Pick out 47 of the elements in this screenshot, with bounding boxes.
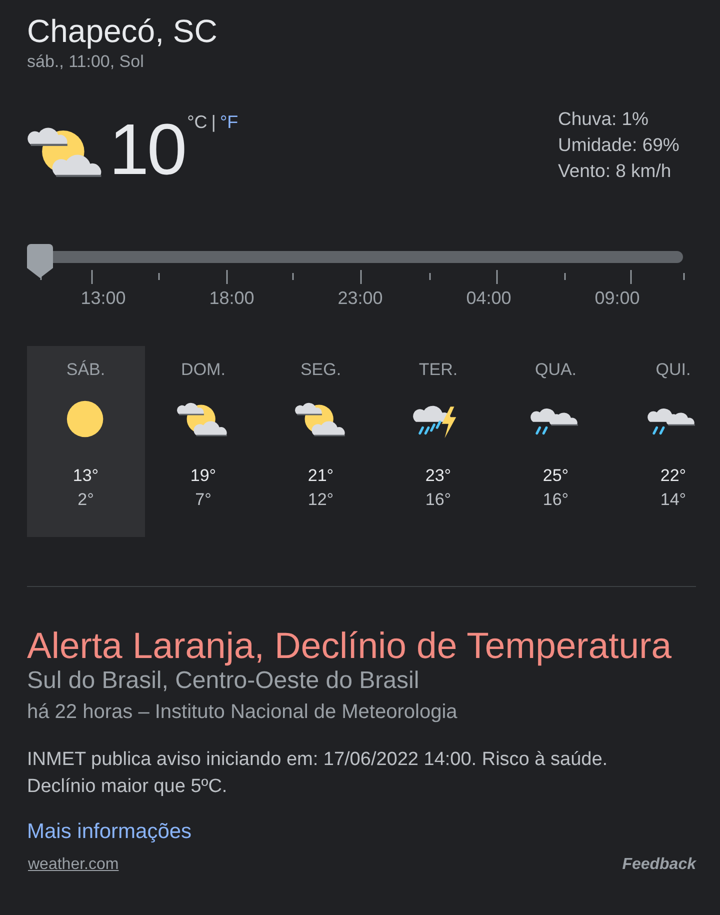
hour-label: 04:00 [465,288,512,309]
forecast-day[interactable]: DOM. 19° 7° [144,346,262,537]
alert-regions: Sul do Brasil, Centro-Oeste do Brasil [27,667,420,695]
hour-label: 23:00 [336,288,384,309]
slider-handle[interactable] [27,244,53,278]
high-temperature: 25° [542,466,569,486]
alert-description: INMET publica aviso iniciando em: 17/06/2022 14:00. Risco à saúde. Declínio maior que 5ºC. [27,748,609,799]
day-name: TER. [418,360,458,380]
high-temperature: 13° [72,466,99,486]
day-name: SÁB. [66,360,106,380]
forecast-day[interactable]: TER. 23° 16° [380,346,497,537]
high-temperature: 19° [190,466,216,486]
high-temperature: 22° [660,466,686,486]
forecast-day[interactable]: SÁB. 13° 2° [27,346,144,537]
day-name: QUI. [656,360,691,380]
hour-label: 13:00 [80,288,127,309]
more-info-link[interactable]: Mais informações [27,820,192,844]
location-title: Chapecó, SC [27,14,218,48]
day-name: QUA. [534,360,577,380]
alert-title: Alerta Laranja, Declínio de Temperatura [27,625,673,667]
high-temperature: 23° [425,466,452,486]
weather-detail: Vento: 8 km/h [558,160,672,182]
forecast-day[interactable]: QUI. 22° 14° [614,346,696,537]
unit-separator: | [211,112,216,133]
unit-label: °C [187,112,208,133]
forecast-day[interactable]: SEG. 21° 12° [262,346,380,537]
forecast-day[interactable]: QUA. 25° 16° [497,346,614,537]
current-conditions-text: sáb., 11:00, Sol [27,52,145,72]
unit-link[interactable]: °F [220,112,238,133]
hour-label: 18:00 [208,288,256,309]
feedback-link[interactable]: Feedback [622,856,696,874]
low-temperature: 7° [195,490,212,510]
low-temperature: 12° [308,490,334,510]
hour-label: 09:00 [594,288,641,309]
source-link[interactable]: weather.com [28,856,119,874]
day-name: DOM. [181,360,226,380]
alert-source: há 22 horas – Instituto Nacional de Meteorologia [27,701,458,724]
high-temperature: 21° [308,466,334,486]
low-temperature: 2° [78,490,94,510]
low-temperature: 16° [542,490,569,510]
weather-detail: Umidade: 69% [558,134,680,156]
temperature: 10 [109,110,186,190]
low-temperature: 14° [660,490,686,510]
day-name: SEG. [300,360,342,380]
weather-detail: Chuva: 1% [558,108,650,130]
low-temperature: 16° [425,490,452,510]
time-slider[interactable] [27,244,683,278]
